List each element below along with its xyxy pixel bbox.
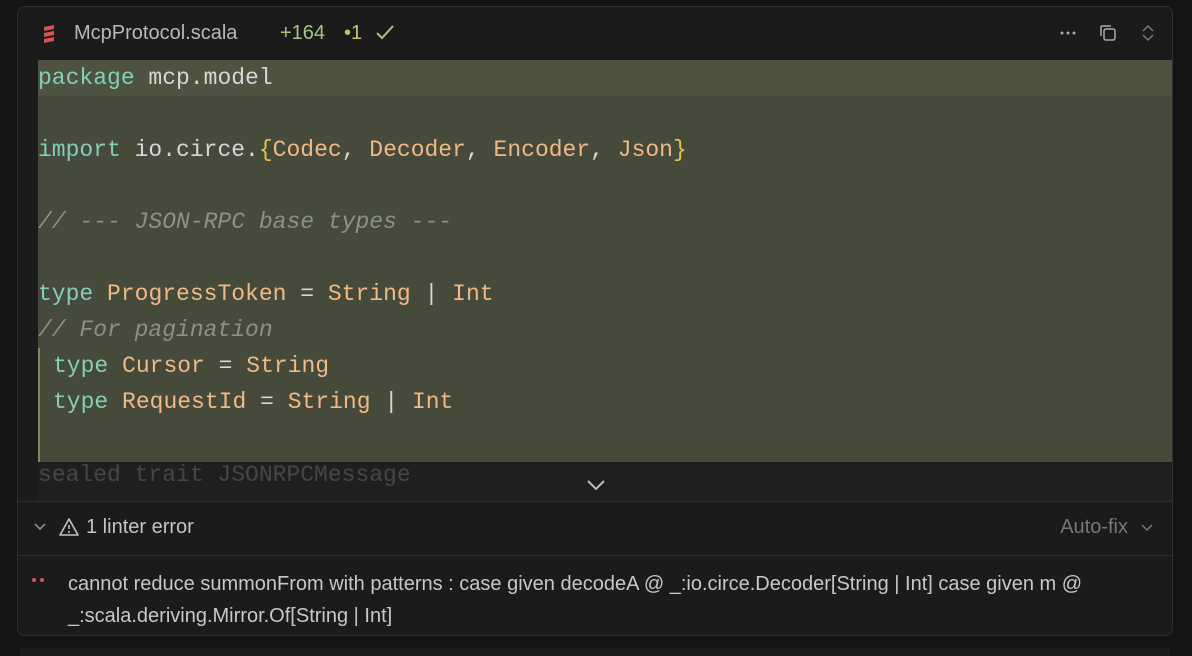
code-line: package mcp.model [38, 60, 1172, 96]
lines-removed-count: •1 [344, 22, 363, 44]
code-block-header: McpProtocol.scala +164 •1 [18, 7, 1172, 60]
code-line: type ProgressToken = String | Int [38, 281, 494, 307]
divider [18, 555, 1172, 556]
lines-added-count: +164 [280, 22, 326, 44]
chevron-down-icon[interactable] [584, 475, 608, 495]
error-indicator-icon [32, 578, 44, 582]
code-comment: // For pagination [38, 317, 273, 343]
auto-fix-button[interactable]: Auto-fix [1060, 516, 1128, 539]
check-icon [376, 25, 394, 40]
chevron-down-icon[interactable] [1140, 521, 1154, 535]
copy-icon[interactable] [1098, 23, 1118, 43]
code-line: type RequestId = String | Int [53, 389, 454, 415]
chevron-down-icon[interactable] [32, 519, 48, 535]
linter-error-message[interactable]: cannot reduce summonFrom with patterns :… [68, 568, 1158, 632]
diff-gutter-bar [38, 348, 40, 468]
code-line: import io.circe.{Codec, Decoder, Encoder… [38, 137, 687, 163]
file-name[interactable]: McpProtocol.scala [74, 22, 237, 45]
warning-icon [59, 518, 79, 536]
linter-summary-row[interactable]: 1 linter error Auto-fix [18, 502, 1172, 555]
code-block-panel: McpProtocol.scala +164 •1 package mcp.mo… [17, 6, 1173, 636]
scala-file-icon [44, 25, 54, 43]
code-editor[interactable]: package mcp.model import io.circe.{Codec… [38, 60, 1172, 468]
expand-collapse-icon[interactable] [1138, 23, 1158, 43]
code-comment: // --- JSON-RPC base types --- [38, 209, 453, 235]
bottom-edge [20, 648, 1170, 656]
code-line: type Cursor = String [53, 353, 330, 379]
linter-error-count: 1 linter error [86, 516, 194, 538]
more-icon[interactable] [1058, 23, 1078, 43]
